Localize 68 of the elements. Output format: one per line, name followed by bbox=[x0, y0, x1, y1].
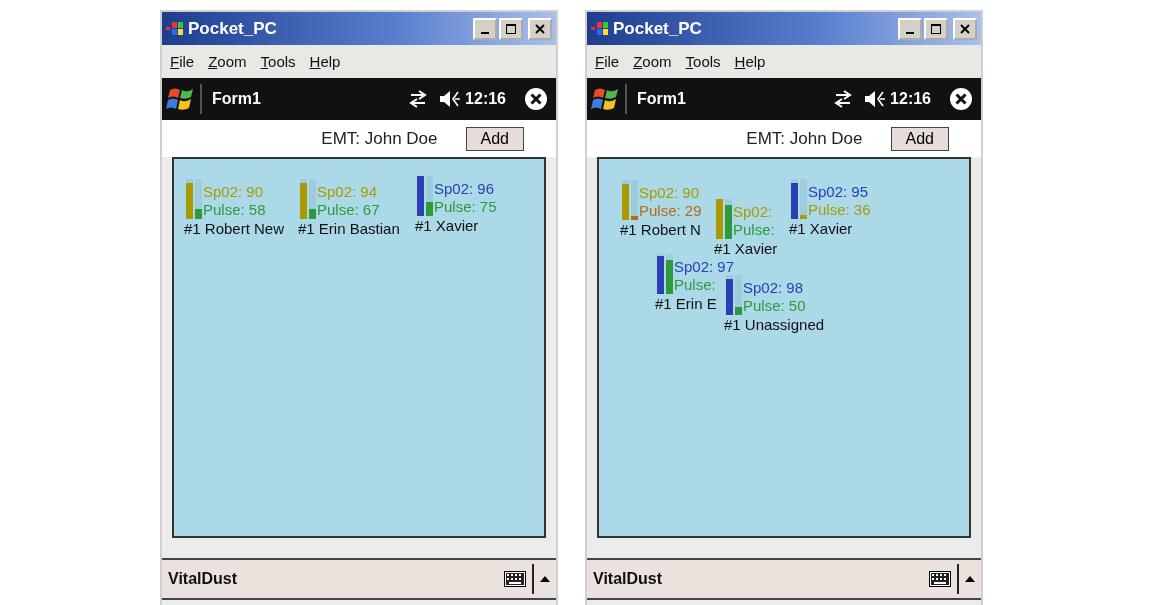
close-icon[interactable] bbox=[524, 87, 548, 111]
menu-item[interactable]: Tools bbox=[256, 51, 306, 72]
maximize-icon bbox=[931, 23, 941, 34]
clock-time: 12:16 bbox=[465, 90, 506, 108]
up-arrow-icon[interactable] bbox=[540, 575, 550, 583]
menu-item[interactable]: File bbox=[166, 51, 205, 72]
spo2-reading: Sp02: 95 bbox=[808, 183, 870, 201]
patient-name: #1 Unassigned bbox=[724, 315, 825, 335]
spo2-reading: Sp02: 96 bbox=[434, 180, 496, 198]
clock-time: 12:16 bbox=[890, 90, 931, 108]
pulse-reading: Pulse: 75 bbox=[434, 198, 497, 216]
app-icon bbox=[591, 20, 609, 37]
menu-item[interactable]: Tools bbox=[681, 51, 731, 72]
pulse-reading: Pulse: bbox=[674, 276, 717, 294]
spo2-reading: Sp02: 98 bbox=[743, 279, 805, 297]
maximize-button[interactable] bbox=[499, 17, 523, 40]
maximize-button[interactable] bbox=[924, 17, 948, 40]
close-icon bbox=[960, 23, 970, 34]
menu-item[interactable]: Help bbox=[730, 51, 776, 72]
minimize-button[interactable] bbox=[473, 17, 497, 40]
menu-item[interactable]: Zoom bbox=[204, 51, 257, 72]
menu-item[interactable]: Zoom bbox=[629, 51, 682, 72]
patient-name: #1 Xavier bbox=[714, 239, 778, 259]
spo2-reading: Sp02: bbox=[733, 203, 774, 221]
emt-label: EMT: John Doe bbox=[746, 128, 863, 149]
close-icon bbox=[535, 23, 545, 34]
minimize-icon bbox=[481, 31, 489, 34]
keyboard-icon[interactable] bbox=[929, 571, 951, 587]
speaker-icon[interactable] bbox=[439, 90, 462, 108]
patient-name: #1 Erin Bastian bbox=[298, 219, 400, 239]
window-title: Pocket_PC bbox=[613, 18, 703, 39]
close-button[interactable] bbox=[953, 17, 977, 40]
patient-name: #1 Erin E bbox=[655, 294, 718, 314]
pulse-reading: Pulse: 58 bbox=[203, 201, 266, 219]
app-name: VitalDust bbox=[593, 570, 664, 588]
form-title: Form1 bbox=[637, 90, 687, 108]
emt-label: EMT: John Doe bbox=[321, 128, 438, 149]
patient-name: #1 Robert New bbox=[184, 219, 285, 239]
patient-name: #1 Xavier bbox=[789, 219, 854, 239]
menu-item[interactable]: File bbox=[591, 51, 630, 72]
add-button[interactable]: Add bbox=[890, 126, 949, 151]
pulse-reading: Pulse: 50 bbox=[743, 297, 806, 315]
close-icon[interactable] bbox=[949, 87, 973, 111]
close-button[interactable] bbox=[528, 17, 552, 40]
keyboard-icon[interactable] bbox=[504, 571, 526, 587]
pulse-reading: Pulse: 29 bbox=[639, 202, 702, 220]
menu-item[interactable]: Help bbox=[305, 51, 351, 72]
start-flag-icon[interactable] bbox=[591, 84, 627, 114]
minimize-icon bbox=[906, 31, 914, 34]
maximize-icon bbox=[506, 23, 516, 34]
spo2-reading: Sp02: 97 bbox=[674, 258, 735, 276]
pulse-reading: Pulse: 67 bbox=[317, 201, 380, 219]
up-arrow-icon[interactable] bbox=[965, 575, 975, 583]
form-title: Form1 bbox=[212, 90, 262, 108]
minimize-button[interactable] bbox=[898, 17, 922, 40]
start-flag-icon[interactable] bbox=[166, 84, 202, 114]
patient-name: #1 Robert N bbox=[620, 220, 702, 240]
add-button[interactable]: Add bbox=[465, 126, 524, 151]
app-icon bbox=[166, 20, 184, 37]
patient-name: #1 Xavier bbox=[415, 216, 480, 236]
spo2-reading: Sp02: 90 bbox=[639, 184, 701, 202]
spo2-reading: Sp02: 90 bbox=[203, 183, 265, 201]
pulse-reading: Pulse: 36 bbox=[808, 201, 871, 219]
window-title: Pocket_PC bbox=[188, 18, 278, 39]
pulse-reading: Pulse: bbox=[733, 221, 775, 239]
spo2-reading: Sp02: 94 bbox=[317, 183, 379, 201]
speaker-icon[interactable] bbox=[864, 90, 887, 108]
app-name: VitalDust bbox=[168, 570, 239, 588]
